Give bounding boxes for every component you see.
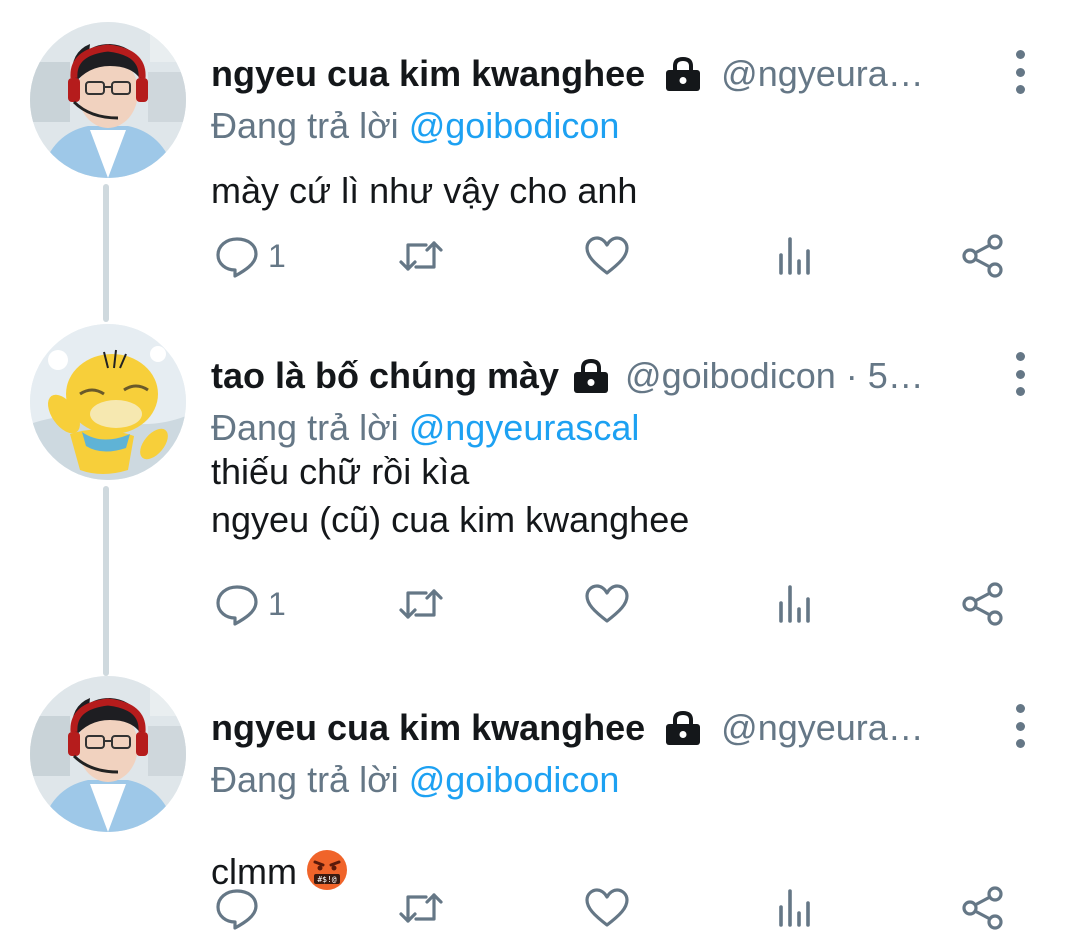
share-button[interactable] — [960, 878, 1006, 938]
tweet-text: mày cứ lì như vậy cho anh — [211, 170, 638, 211]
more-options-icon[interactable] — [1010, 50, 1030, 94]
like-icon — [585, 888, 629, 927]
tweet-actions — [0, 878, 1080, 938]
views-icon — [779, 585, 810, 623]
replying-to: Đang trả lời @goibodicon — [211, 102, 619, 150]
display-name[interactable]: ngyeu cua kim kwanghee — [211, 44, 645, 104]
views-button[interactable] — [772, 878, 818, 938]
tweet-1[interactable]: ngyeu cua kim kwanghee @ngyeura… Đang tr… — [0, 22, 1080, 292]
reply-button[interactable]: 1 — [214, 574, 286, 634]
reply-count: 1 — [268, 585, 286, 622]
reply-button[interactable] — [214, 878, 268, 938]
tweet-3[interactable]: ngyeu cua kim kwanghee @ngyeura… Đang tr… — [0, 676, 1080, 944]
display-name[interactable]: ngyeu cua kim kwanghee — [211, 698, 645, 758]
tweet-text: thiếu chữ rồi kìa ngyeu (cũ) cua kim kwa… — [211, 451, 690, 540]
like-button[interactable] — [584, 226, 630, 286]
tweet-actions: 1 — [0, 226, 1080, 286]
retweet-icon — [399, 241, 443, 271]
retweet-button[interactable] — [398, 574, 444, 634]
reply-icon — [216, 889, 258, 930]
views-icon — [779, 889, 810, 927]
retweet-icon — [399, 893, 443, 923]
user-handle[interactable]: @ngyeura… — [721, 698, 1001, 758]
replying-to-mention[interactable]: @goibodicon — [409, 759, 620, 800]
reply-icon — [216, 585, 258, 626]
lock-icon — [666, 56, 701, 91]
display-name[interactable]: tao là bố chúng mày — [211, 346, 559, 406]
reply-button[interactable]: 1 — [214, 226, 286, 286]
share-icon — [962, 886, 1003, 930]
more-options-icon[interactable] — [1010, 704, 1030, 748]
retweet-button[interactable] — [398, 226, 444, 286]
replying-to-label: Đang trả lời — [211, 105, 399, 146]
tweet-actions: 1 — [0, 574, 1080, 634]
replying-to: Đang trả lời @ngyeurascal — [211, 404, 639, 452]
replying-to-label: Đang trả lời — [211, 407, 399, 448]
share-icon — [962, 582, 1003, 626]
tweet-header: ngyeu cua kim kwanghee @ngyeura… — [211, 698, 1001, 758]
user-handle[interactable]: @goibodicon · 5… — [625, 346, 1001, 406]
replying-to: Đang trả lời @goibodicon — [211, 756, 619, 804]
lock-icon — [574, 358, 609, 393]
retweet-icon — [399, 589, 443, 619]
avatar[interactable] — [30, 22, 186, 178]
retweet-button[interactable] — [398, 878, 444, 938]
like-icon — [585, 236, 629, 275]
views-button[interactable] — [772, 574, 818, 634]
tweet-header: tao là bố chúng mày @goibodicon · 5… — [211, 346, 1001, 406]
share-button[interactable] — [960, 226, 1006, 286]
reply-count: 1 — [268, 237, 286, 274]
like-button[interactable] — [584, 574, 630, 634]
tweet-2[interactable]: tao là bố chúng mày @goibodicon · 5… Đan… — [0, 324, 1080, 654]
like-icon — [585, 584, 629, 623]
views-button[interactable] — [772, 226, 818, 286]
avatar[interactable] — [30, 324, 186, 480]
share-button[interactable] — [960, 574, 1006, 634]
reply-icon — [216, 237, 258, 278]
user-handle[interactable]: @ngyeura… — [721, 44, 1001, 104]
lock-icon — [666, 710, 701, 745]
more-options-icon[interactable] — [1010, 352, 1030, 396]
replying-to-mention[interactable]: @goibodicon — [409, 105, 620, 146]
avatar[interactable] — [30, 676, 186, 832]
like-button[interactable] — [584, 878, 630, 938]
tweet-header: ngyeu cua kim kwanghee @ngyeura… — [211, 44, 1001, 104]
views-icon — [779, 237, 810, 275]
replying-to-mention[interactable]: @ngyeurascal — [409, 407, 640, 448]
replying-to-label: Đang trả lời — [211, 759, 399, 800]
share-icon — [962, 234, 1003, 278]
